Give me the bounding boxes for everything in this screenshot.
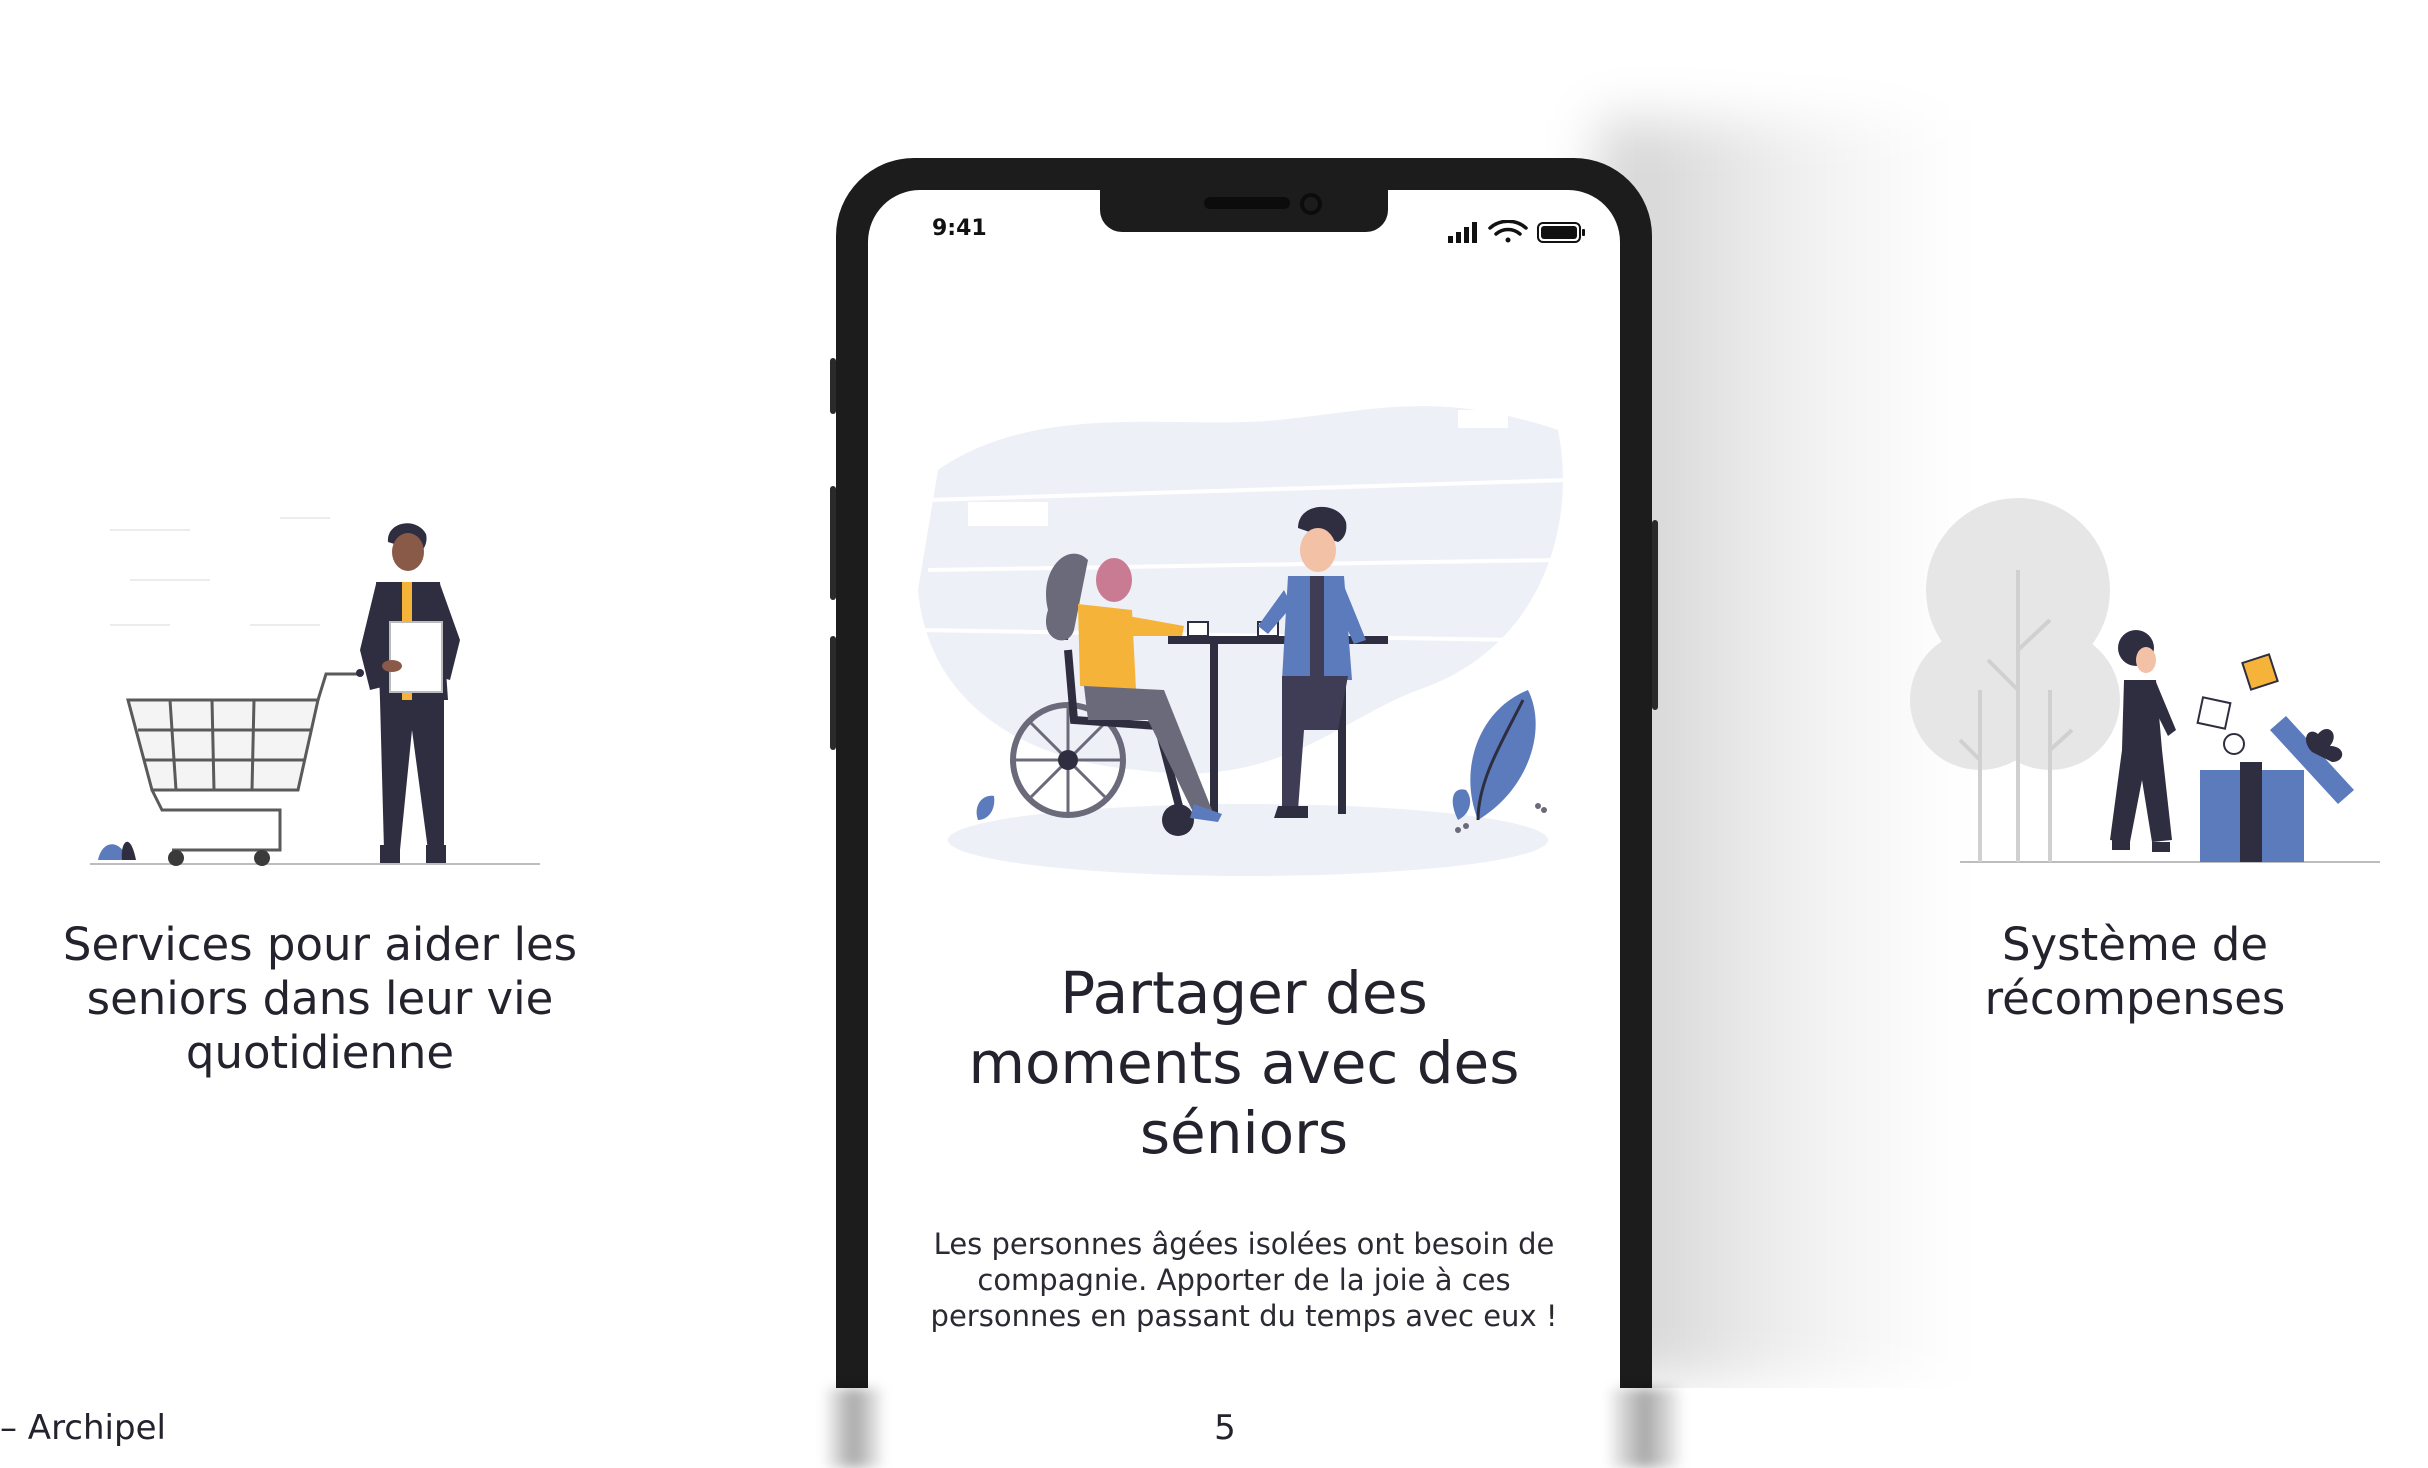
mute-switch: [830, 358, 836, 414]
volume-up-button: [830, 486, 836, 600]
person-figure: [360, 523, 460, 863]
phone-reflection-left: [826, 1388, 882, 1468]
feature-text-services: Services pour aider les seniors dans leu…: [62, 918, 578, 1079]
footer-project-name: – Archipel: [0, 1408, 166, 1448]
status-bar-icons: [1448, 220, 1585, 243]
background-blob: [918, 406, 1563, 774]
shopping-illustration: [90, 517, 540, 866]
onboarding-headline: Partager des moments avec des séniors: [968, 959, 1520, 1167]
companionship-illustration: [918, 406, 1569, 876]
speaker-grille: [1204, 197, 1290, 209]
person-figure: [2110, 630, 2176, 852]
phone-mockup: 9:41 Partager des moments avec des sénio…: [830, 158, 1658, 1418]
cart-icon: [126, 672, 358, 852]
onboarding-description: Les personnes âgées isolées ont besoin d…: [930, 1227, 1558, 1333]
phone-notch: [1100, 190, 1388, 232]
battery-icon: [1537, 222, 1585, 243]
page-number: 5: [1214, 1408, 1236, 1448]
wifi-icon: [1488, 220, 1528, 243]
phone-screen: 9:41 Partager des moments avec des sénio…: [868, 190, 1620, 1388]
status-time: 9:41: [932, 216, 987, 241]
front-camera-icon: [1300, 193, 1322, 215]
power-button: [1652, 520, 1658, 710]
rewards-illustration: [1910, 498, 2380, 863]
slide: Services pour aider les seniors dans leu…: [0, 0, 2428, 1468]
feature-text-rewards: Système de récompenses: [1984, 918, 2286, 1025]
signal-icon: [1448, 222, 1477, 243]
phone-reflection-right: [1610, 1388, 1680, 1468]
volume-down-button: [830, 636, 836, 750]
